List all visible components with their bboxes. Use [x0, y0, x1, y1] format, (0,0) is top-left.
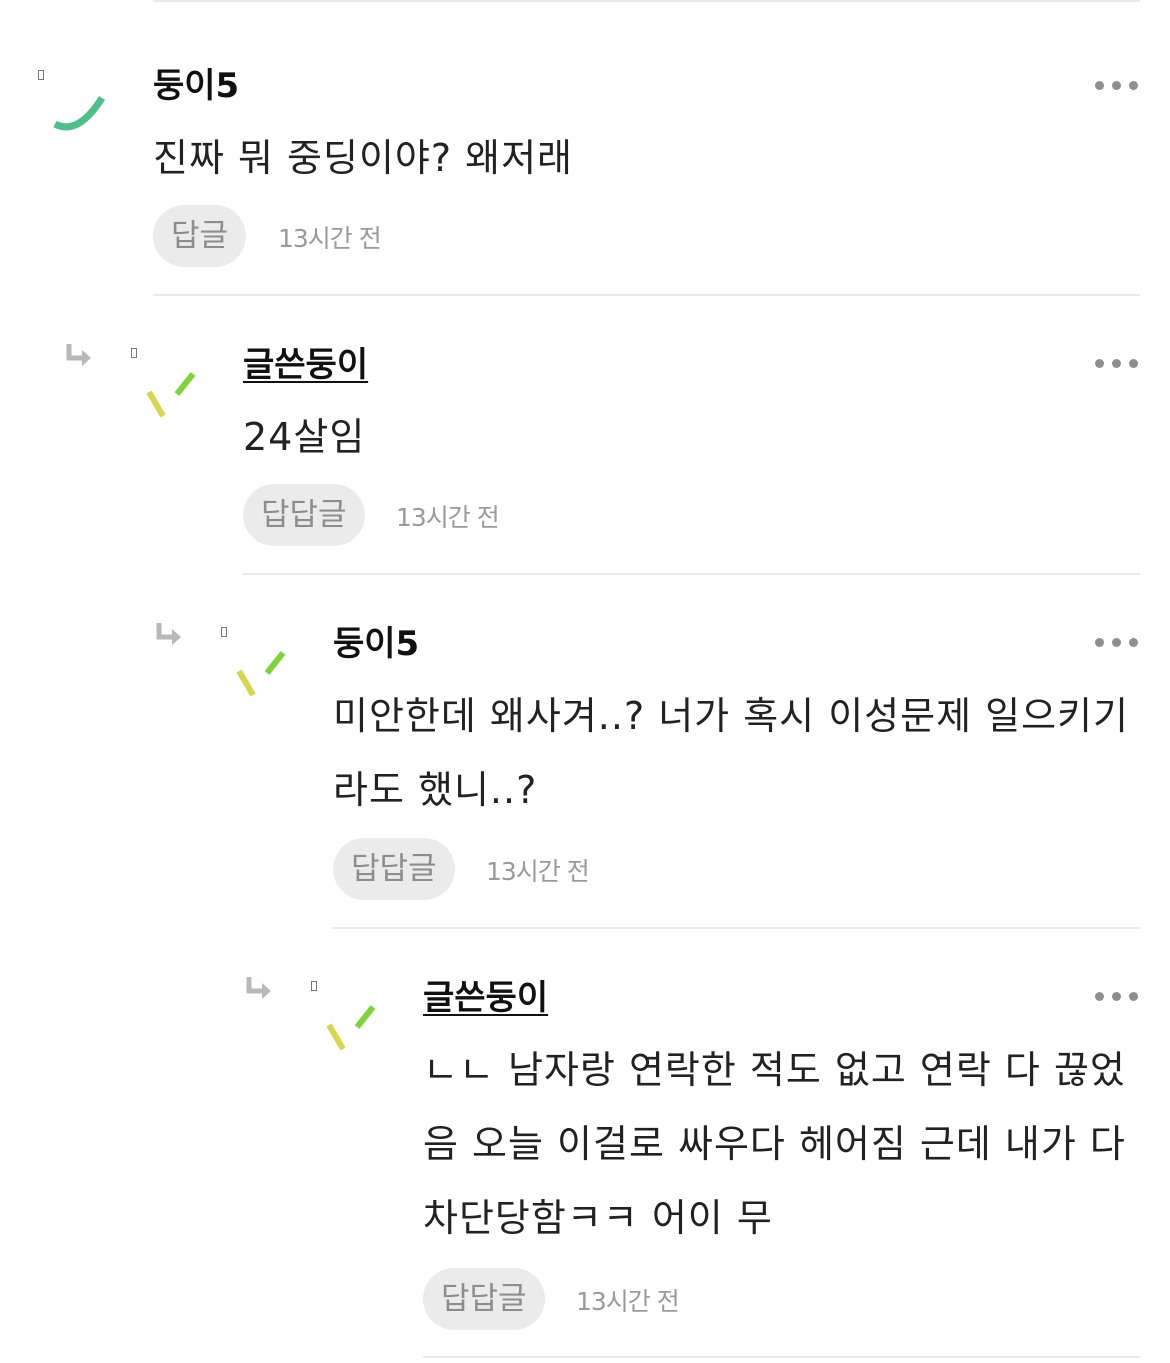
- avatar[interactable]: [131, 348, 211, 428]
- comment-text: 24살임: [243, 415, 366, 459]
- more-dots-icon[interactable]: [1090, 632, 1138, 652]
- comment-text: 미안한데 왜사겨..? 너가 혹시 이성문제 일으키기라도 했니..?: [333, 694, 1129, 812]
- comment-author[interactable]: 글쓴둥이: [243, 345, 368, 385]
- avatar-ticks-icon: [326, 1005, 376, 1051]
- comment-text: 진짜 뭐 중딩이야? 왜저래: [153, 136, 574, 180]
- reply-button[interactable]: 답답글: [333, 838, 455, 900]
- divider-top: [153, 0, 1140, 2]
- comment-author[interactable]: 둥이5: [153, 66, 239, 106]
- reply-arrow-icon: [66, 344, 91, 366]
- divider: [243, 573, 1140, 575]
- avatar-ticks-icon: [146, 372, 196, 418]
- reply-button[interactable]: 답글: [153, 205, 247, 267]
- comment-author[interactable]: 둥이5: [333, 624, 419, 664]
- reply-button[interactable]: 답답글: [423, 1268, 545, 1330]
- divider: [333, 927, 1140, 929]
- avatar[interactable]: [311, 981, 391, 1061]
- divider: [423, 1356, 1140, 1358]
- reply-button[interactable]: 답답글: [243, 484, 365, 546]
- avatar-ticks-icon: [236, 651, 286, 697]
- comment-time: 13시간 전: [486, 857, 590, 886]
- comment-author[interactable]: 글쓴둥이: [423, 978, 548, 1018]
- more-dots-icon[interactable]: [1090, 986, 1138, 1006]
- more-dots-icon[interactable]: [1090, 353, 1138, 373]
- divider: [153, 294, 1140, 296]
- more-dots-icon[interactable]: [1090, 75, 1138, 95]
- comment-text: ㄴㄴ 남자랑 연락한 적도 없고 연락 다 끊었음 오늘 이걸로 싸우다 헤어짐…: [423, 1048, 1126, 1240]
- avatar-arc-icon: [53, 96, 105, 131]
- comment-time: 13시간 전: [278, 224, 382, 253]
- avatar[interactable]: [221, 627, 301, 707]
- avatar[interactable]: [38, 70, 118, 150]
- comment-time: 13시간 전: [576, 1287, 680, 1316]
- reply-arrow-icon: [246, 977, 271, 999]
- reply-arrow-icon: [156, 623, 181, 645]
- comment-time: 13시간 전: [396, 503, 500, 532]
